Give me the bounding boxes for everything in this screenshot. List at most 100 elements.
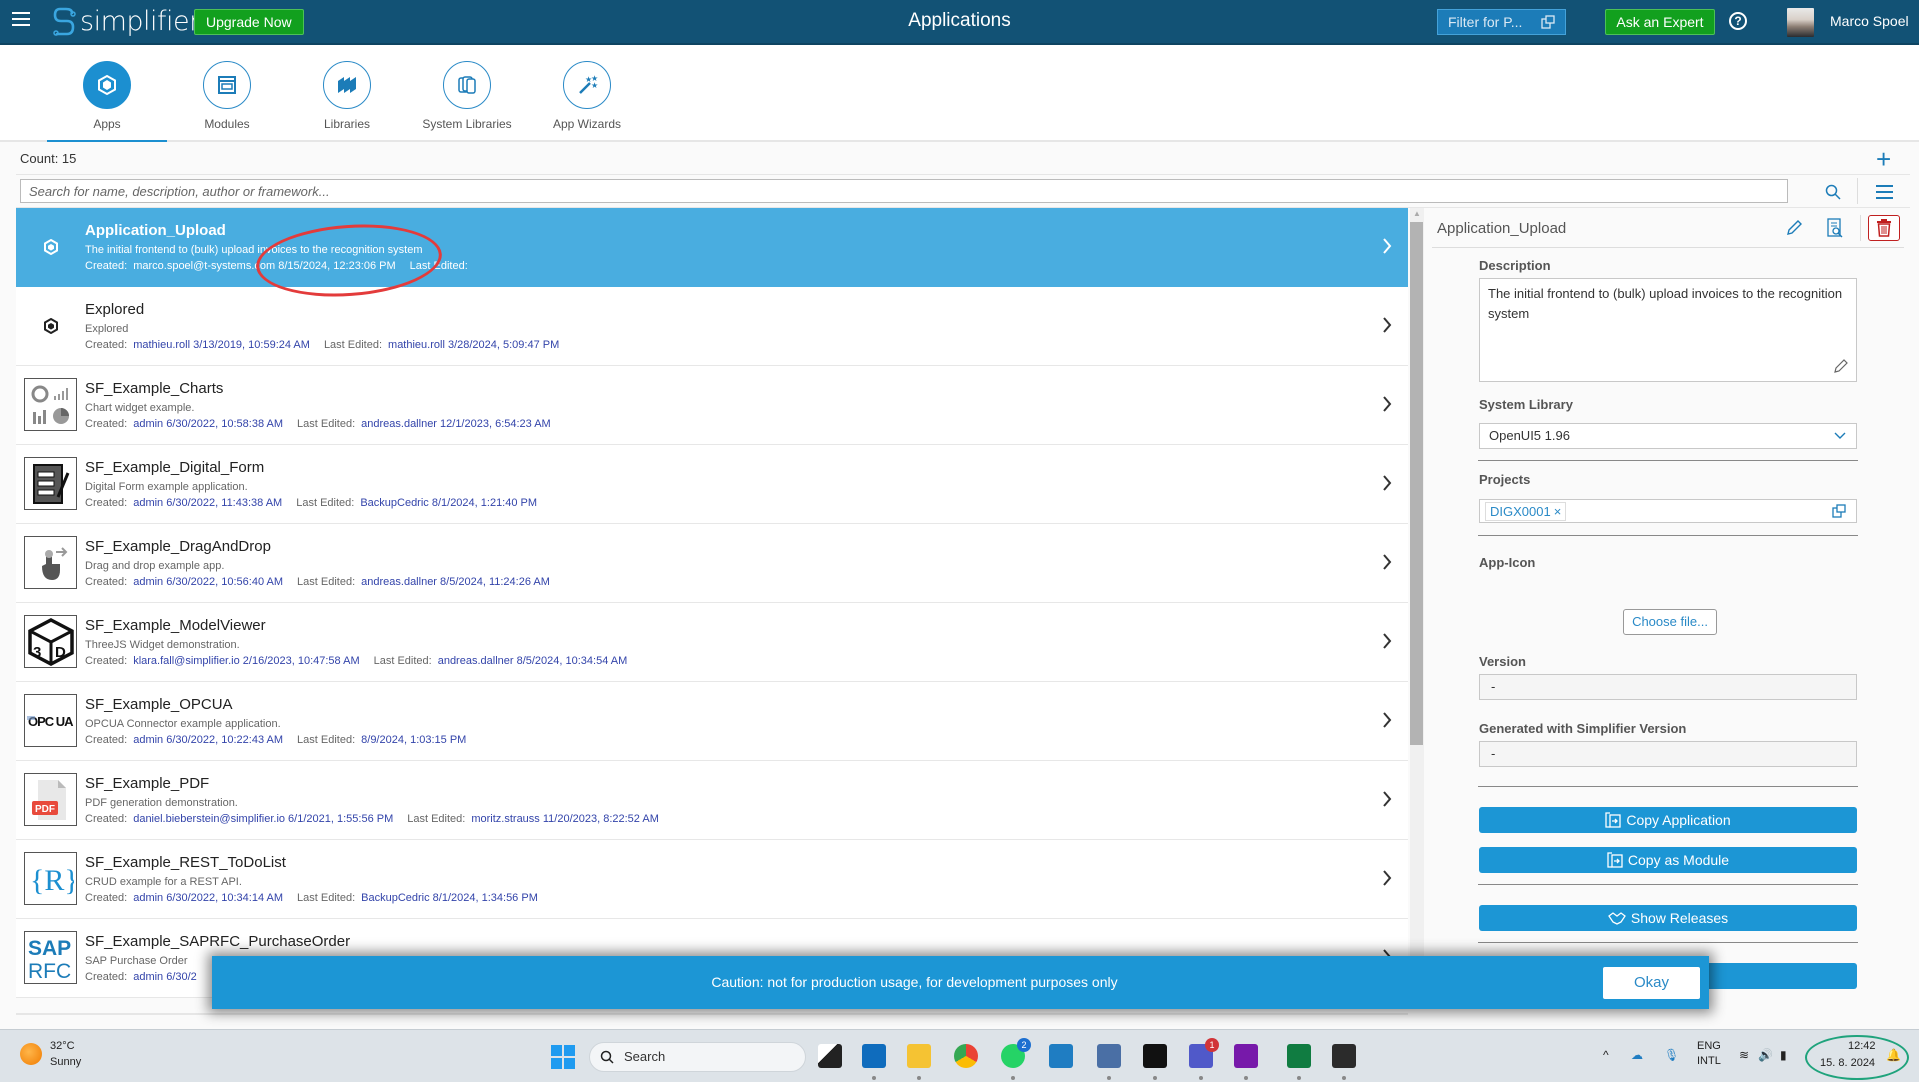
last-edited-value[interactable]: andreas.dallner 8/5/2024, 11:24:26 AM <box>361 576 550 588</box>
last-edited-value[interactable]: moritz.strauss 11/20/2023, 8:22:52 AM <box>471 813 659 825</box>
tab-apps[interactable]: Apps <box>47 61 167 142</box>
list-item[interactable]: OPC UA SF_Example_OPCUA OPCUA Connector … <box>16 682 1408 761</box>
created-label: Created: <box>85 892 128 904</box>
preview-document-icon[interactable] <box>1827 218 1843 238</box>
help-icon[interactable]: ? <box>1729 12 1747 30</box>
teams-icon[interactable]: 1 <box>1189 1038 1219 1080</box>
ask-an-expert-button[interactable]: Ask an Expert <box>1605 9 1715 35</box>
list-item[interactable]: SF_Example_Charts Chart widget example. … <box>16 366 1408 445</box>
tab-app-wizards[interactable]: ★ ★ ★ App Wizards <box>527 61 647 131</box>
remote-desktop-icon[interactable] <box>1097 1044 1121 1080</box>
battery-icon[interactable]: ▮ <box>1780 1048 1787 1062</box>
tray-overflow-icon[interactable]: ^ <box>1603 1048 1609 1062</box>
value-help-icon[interactable] <box>1832 504 1846 518</box>
user-name[interactable]: Marco Spoel <box>1830 13 1909 29</box>
created-value[interactable]: klara.fall@simplifier.io 2/16/2023, 10:4… <box>133 655 359 667</box>
system-library-label: System Library <box>1479 397 1573 412</box>
created-value[interactable]: admin 6/30/2022, 10:22:43 AM <box>133 734 283 746</box>
search-input[interactable] <box>20 179 1788 203</box>
list-item[interactable]: Explored Explored Created: mathieu.roll 3… <box>16 287 1408 366</box>
created-value[interactable]: admin 6/30/2022, 11:43:38 AM <box>133 497 282 509</box>
microphone-icon[interactable]: 🎙 <box>1664 1048 1679 1062</box>
tab-system-libraries[interactable]: System Libraries <box>407 61 527 131</box>
tab-modules[interactable]: Modules <box>167 61 287 131</box>
delete-button[interactable] <box>1868 215 1900 241</box>
description-textarea[interactable]: The initial frontend to (bulk) upload in… <box>1479 278 1857 382</box>
scroll-up-icon[interactable]: ▲ <box>1411 209 1423 219</box>
copy-application-button[interactable]: Copy Application <box>1479 807 1857 833</box>
whatsapp-icon[interactable]: 2 <box>1001 1038 1031 1080</box>
apps-cube-icon <box>98 74 116 96</box>
excel-icon[interactable] <box>1287 1044 1311 1080</box>
wifi-icon[interactable]: ≋ <box>1739 1048 1749 1062</box>
created-value[interactable]: admin 6/30/2022, 10:58:38 AM <box>133 418 283 430</box>
last-edited-label: Last Edited: <box>409 260 468 272</box>
last-edited-value[interactable]: andreas.dallner 12/1/2023, 6:54:23 AM <box>361 418 551 430</box>
app-name: SF_Example_ModelViewer <box>85 617 266 634</box>
task-view-icon[interactable] <box>818 1044 842 1068</box>
simplifier-logo[interactable]: simplifier <box>52 6 200 37</box>
list-item[interactable]: {R} SF_Example_REST_ToDoList CRUD exampl… <box>16 840 1408 919</box>
terminal-icon[interactable] <box>1332 1044 1356 1080</box>
weather-temp[interactable]: 32°C <box>50 1040 75 1052</box>
hamburger-menu-icon[interactable] <box>12 12 30 28</box>
chrome-icon[interactable] <box>954 1044 978 1068</box>
tab-label: System Libraries <box>422 117 512 131</box>
system-library-select[interactable]: OpenUI5 1.96 <box>1479 423 1857 449</box>
app-name: SF_Example_Digital_Form <box>85 459 265 476</box>
windows-start-icon[interactable] <box>551 1045 575 1069</box>
taskbar-search[interactable]: Search <box>589 1042 806 1072</box>
project-chip[interactable]: DIGX0001 × <box>1485 502 1567 521</box>
svg-text:{R}: {R} <box>30 864 74 897</box>
list-scrollbar-thumb[interactable] <box>1410 222 1423 745</box>
onenote-icon[interactable] <box>1234 1044 1258 1080</box>
remove-chip-icon[interactable]: × <box>1554 504 1562 519</box>
app-name: SF_Example_PDF <box>85 775 210 792</box>
file-explorer-icon[interactable] <box>907 1044 931 1080</box>
created-label: Created: <box>85 497 128 509</box>
app-meta: Created: mathieu.roll 3/13/2019, 10:59:24… <box>85 339 573 351</box>
last-edited-label: Last Edited: <box>373 655 432 667</box>
clock-date[interactable]: 15. 8. 2024 <box>1820 1057 1875 1069</box>
projects-input[interactable]: DIGX0001 × <box>1479 499 1857 523</box>
onedrive-icon[interactable]: ☁ <box>1631 1048 1643 1062</box>
last-edited-value[interactable]: 8/9/2024, 1:03:15 PM <box>361 734 466 746</box>
weather-sun-icon[interactable] <box>20 1043 42 1065</box>
volume-icon[interactable]: 🔊 <box>1758 1048 1773 1062</box>
created-value[interactable]: admin 6/30/2022, 10:56:40 AM <box>133 576 283 588</box>
created-value[interactable]: admin 6/30/2022, 10:34:14 AM <box>133 892 283 904</box>
list-item[interactable]: PDF SF_Example_PDF PDF generation demons… <box>16 761 1408 840</box>
show-releases-button[interactable]: Show Releases <box>1479 905 1857 931</box>
add-app-button[interactable]: + <box>1876 146 1891 172</box>
notification-bell-icon[interactable]: 🔔 <box>1886 1048 1901 1062</box>
outlook-icon[interactable] <box>862 1044 886 1080</box>
user-avatar[interactable] <box>1787 8 1814 37</box>
created-value[interactable]: daniel.bieberstein@simplifier.io 6/1/202… <box>133 813 393 825</box>
copy-as-module-button[interactable]: Copy as Module <box>1479 847 1857 873</box>
list-item[interactable]: SF_Example_Digital_Form Digital Form exa… <box>16 445 1408 524</box>
created-value[interactable]: admin 6/30/2 <box>133 971 197 983</box>
list-item[interactable]: 3D SF_Example_ModelViewer ThreeJS Widget… <box>16 603 1408 682</box>
list-options-menu-icon[interactable] <box>1876 185 1893 199</box>
last-edited-value[interactable]: mathieu.roll 3/28/2024, 5:09:47 PM <box>388 339 559 351</box>
okay-button[interactable]: Okay <box>1603 967 1700 999</box>
contacts-app-icon[interactable] <box>1049 1044 1073 1068</box>
weather-condition[interactable]: Sunny <box>50 1056 81 1068</box>
tab-libraries[interactable]: Libraries <box>287 61 407 131</box>
upgrade-now-button[interactable]: Upgrade Now <box>194 9 304 35</box>
list-item[interactable]: SF_Example_DragAndDrop Drag and drop exa… <box>16 524 1408 603</box>
choose-file-button[interactable]: Choose file... <box>1623 609 1717 635</box>
copy-as-module-label: Copy as Module <box>1627 852 1730 868</box>
created-value[interactable]: mathieu.roll 3/13/2019, 10:59:24 AM <box>133 339 310 351</box>
language-indicator[interactable]: ENG INTL <box>1697 1040 1721 1067</box>
last-edited-value[interactable]: BackupCedric 8/1/2024, 1:34:56 PM <box>361 892 538 904</box>
search-icon[interactable] <box>1825 184 1841 200</box>
clock-time[interactable]: 12:42 <box>1848 1040 1876 1052</box>
last-edited-value[interactable]: BackupCedric 8/1/2024, 1:21:40 PM <box>360 497 537 509</box>
last-edited-value[interactable]: andreas.dallner 8/5/2024, 10:34:54 AM <box>438 655 628 667</box>
webex-icon[interactable] <box>1143 1044 1167 1080</box>
version-field: - <box>1479 674 1857 700</box>
filter-projects-button[interactable]: Filter for P... <box>1437 9 1566 35</box>
edit-pencil-icon[interactable] <box>1785 219 1803 237</box>
list-item[interactable]: Application_Upload The initial frontend … <box>16 208 1408 287</box>
